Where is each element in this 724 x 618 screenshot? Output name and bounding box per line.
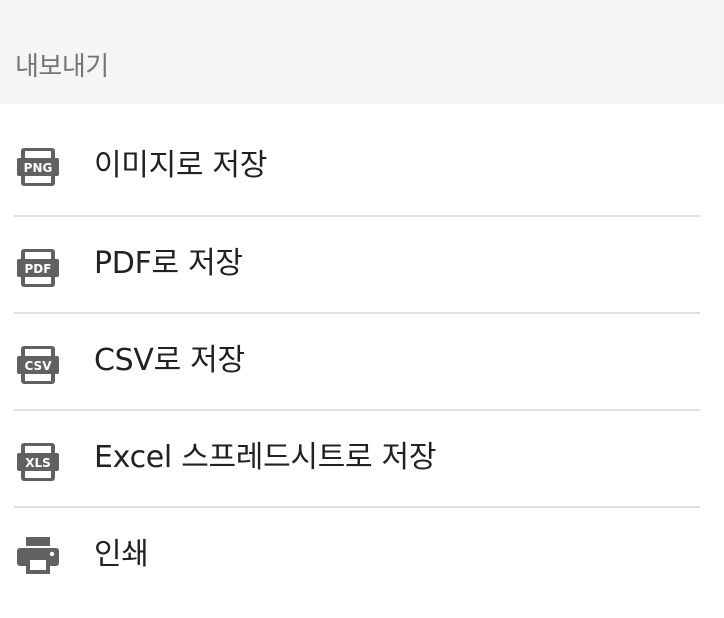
save-as-excel-item[interactable]: XLS Excel 스프레드시트로 저장 <box>0 411 724 508</box>
save-as-excel-label: Excel 스프레드시트로 저장 <box>94 440 437 475</box>
save-as-pdf-label: PDF로 저장 <box>94 246 243 281</box>
print-label: 인쇄 <box>94 537 149 572</box>
xls-icon-text: XLS <box>25 456 51 470</box>
printer-icon <box>17 537 59 574</box>
save-as-pdf-item[interactable]: PDF PDF로 저장 <box>0 217 724 314</box>
export-menu: PNG 이미지로 저장 PDF PDF로 저장 CSV CSV로 저장 XLS … <box>0 104 724 608</box>
pdf-file-icon: PDF <box>17 249 59 287</box>
csv-icon-text: CSV <box>25 359 53 373</box>
export-header: 내보내기 <box>0 0 724 104</box>
png-icon-text: PNG <box>24 161 53 175</box>
save-as-image-label: 이미지로 저장 <box>94 148 268 183</box>
png-file-icon: PNG <box>17 148 59 186</box>
save-as-csv-label: CSV로 저장 <box>94 343 245 378</box>
save-as-image-item[interactable]: PNG 이미지로 저장 <box>0 104 724 217</box>
print-item[interactable]: 인쇄 <box>0 508 724 608</box>
save-as-csv-item[interactable]: CSV CSV로 저장 <box>0 314 724 411</box>
xls-file-icon: XLS <box>17 443 59 481</box>
export-title: 내보내기 <box>15 52 109 82</box>
csv-file-icon: CSV <box>17 346 59 384</box>
pdf-icon-text: PDF <box>25 262 52 276</box>
